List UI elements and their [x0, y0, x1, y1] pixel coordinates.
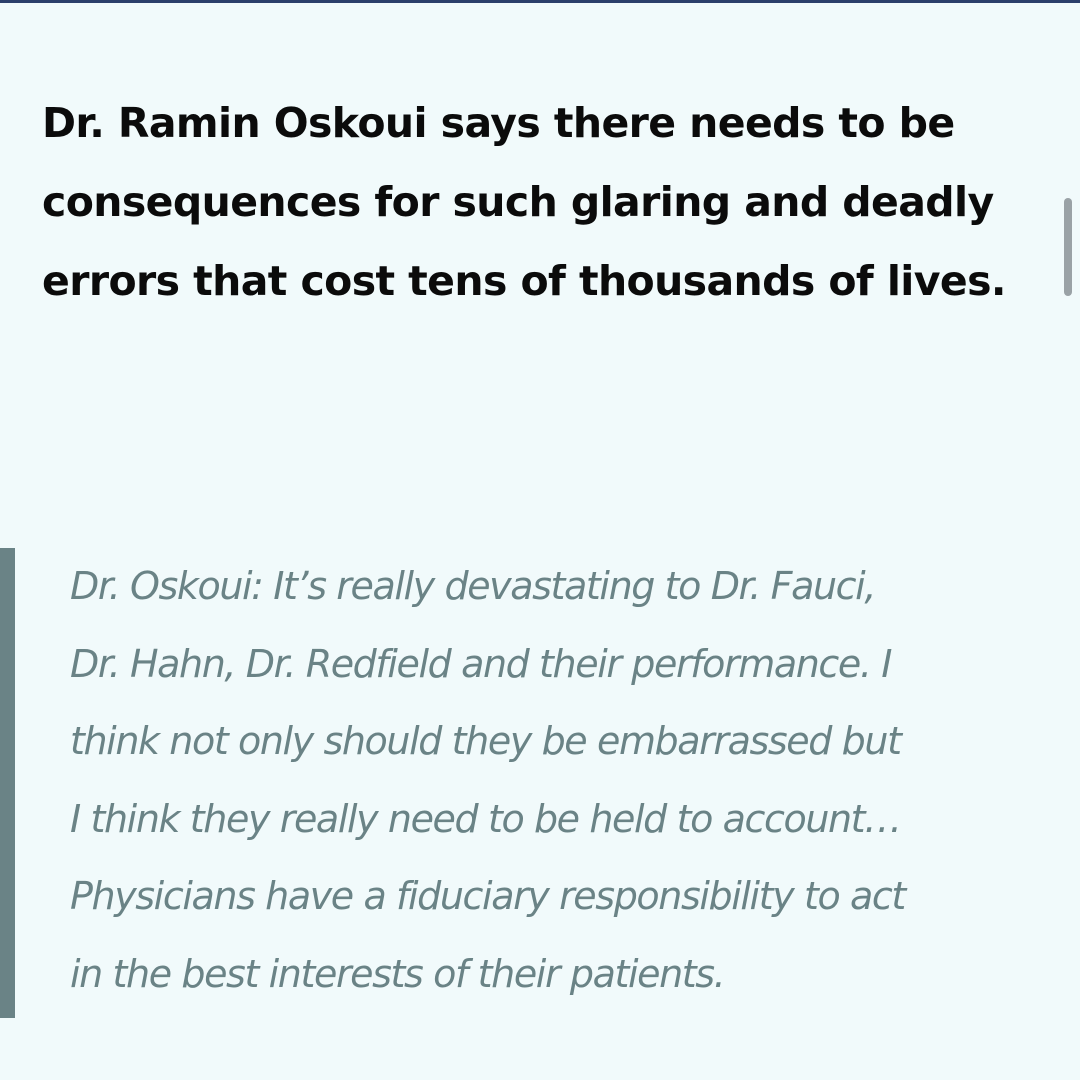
scrollbar-thumb[interactable] — [1064, 198, 1072, 296]
article-page: { "colors": { "background": "#f1fafb", "… — [0, 0, 1080, 1080]
article-headline: Dr. Ramin Oskoui says there needs to be … — [42, 99, 1006, 305]
blockquote-accent-bar — [0, 548, 15, 1018]
blockquote-text: Dr. Oskoui: It’s really devastating to D… — [70, 564, 906, 996]
top-border-rule — [0, 0, 1080, 3]
